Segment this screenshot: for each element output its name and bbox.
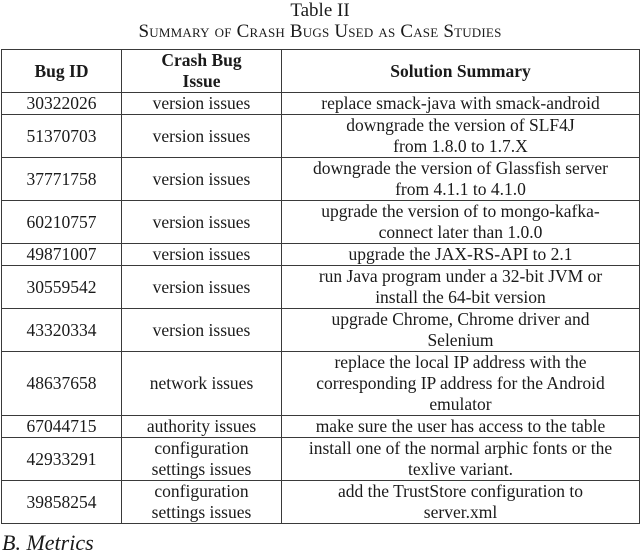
crash-bugs-table: Bug ID Crash Bug Issue Solution Summary … (1, 49, 640, 524)
table-row: 30322026 version issues replace smack-ja… (1, 92, 640, 115)
cell-issue: version issues (121, 92, 282, 115)
table-label: Table II (290, 0, 350, 21)
header-solution-summary: Solution Summary (281, 49, 640, 93)
cell-bug-id: 37771758 (1, 157, 122, 201)
table-row: 51370703 version issues downgrade the ve… (1, 114, 640, 158)
cell-issue: version issues (121, 243, 282, 266)
cell-solution: upgrade Chrome, Chrome driver and Seleni… (281, 308, 640, 352)
cell-bug-id: 48637658 (1, 351, 122, 416)
cell-solution: upgrade the JAX-RS-API to 2.1 (281, 243, 640, 266)
cell-issue: authority issues (121, 415, 282, 438)
cell-solution: downgrade the version of Glassfish serve… (281, 157, 640, 201)
cell-bug-id: 67044715 (1, 415, 122, 438)
cell-bug-id: 51370703 (1, 114, 122, 158)
table-caption: Summary of Crash Bugs Used as Case Studi… (138, 21, 502, 42)
cell-bug-id: 49871007 (1, 243, 122, 266)
table-row: 42933291 configuration settings issues i… (1, 437, 640, 481)
cell-solution: downgrade the version of SLF4J from 1.8.… (281, 114, 640, 158)
cell-bug-id: 60210757 (1, 200, 122, 244)
cell-issue: version issues (121, 308, 282, 352)
table-row: 39858254 configuration settings issues a… (1, 480, 640, 524)
cell-issue: version issues (121, 200, 282, 244)
cell-issue: configuration settings issues (121, 480, 282, 524)
cell-issue: version issues (121, 157, 282, 201)
table-row: 49871007 version issues upgrade the JAX-… (1, 243, 640, 266)
cell-bug-id: 39858254 (1, 480, 122, 524)
cell-solution: upgrade the version of to mongo-kafka-co… (281, 200, 640, 244)
table-row: 48637658 network issues replace the loca… (1, 351, 640, 416)
section-heading-metrics: B. Metrics (2, 530, 94, 555)
cell-solution: install one of the normal arphic fonts o… (281, 437, 640, 481)
cell-issue: version issues (121, 114, 282, 158)
table-row: 37771758 version issues downgrade the ve… (1, 157, 640, 201)
header-crash-bug-issue: Crash Bug Issue (121, 49, 282, 93)
table-row: 30559542 version issues run Java program… (1, 265, 640, 309)
cell-solution: run Java program under a 32-bit JVM or i… (281, 265, 640, 309)
table-row: 43320334 version issues upgrade Chrome, … (1, 308, 640, 352)
cell-solution: replace the local IP address with the co… (281, 351, 640, 416)
cell-bug-id: 42933291 (1, 437, 122, 481)
cell-solution: make sure the user has access to the tab… (281, 415, 640, 438)
table-row: 67044715 authority issues make sure the … (1, 415, 640, 438)
header-bug-id: Bug ID (1, 49, 122, 93)
cell-bug-id: 30559542 (1, 265, 122, 309)
cell-issue: configuration settings issues (121, 437, 282, 481)
cell-bug-id: 30322026 (1, 92, 122, 115)
cell-issue: network issues (121, 351, 282, 416)
table-header-row: Bug ID Crash Bug Issue Solution Summary (1, 49, 640, 93)
cell-bug-id: 43320334 (1, 308, 122, 352)
table-row: 60210757 version issues upgrade the vers… (1, 200, 640, 244)
cell-issue: version issues (121, 265, 282, 309)
cell-solution: add the TrustStore configuration to serv… (281, 480, 640, 524)
cell-solution: replace smack-java with smack-android (281, 92, 640, 115)
